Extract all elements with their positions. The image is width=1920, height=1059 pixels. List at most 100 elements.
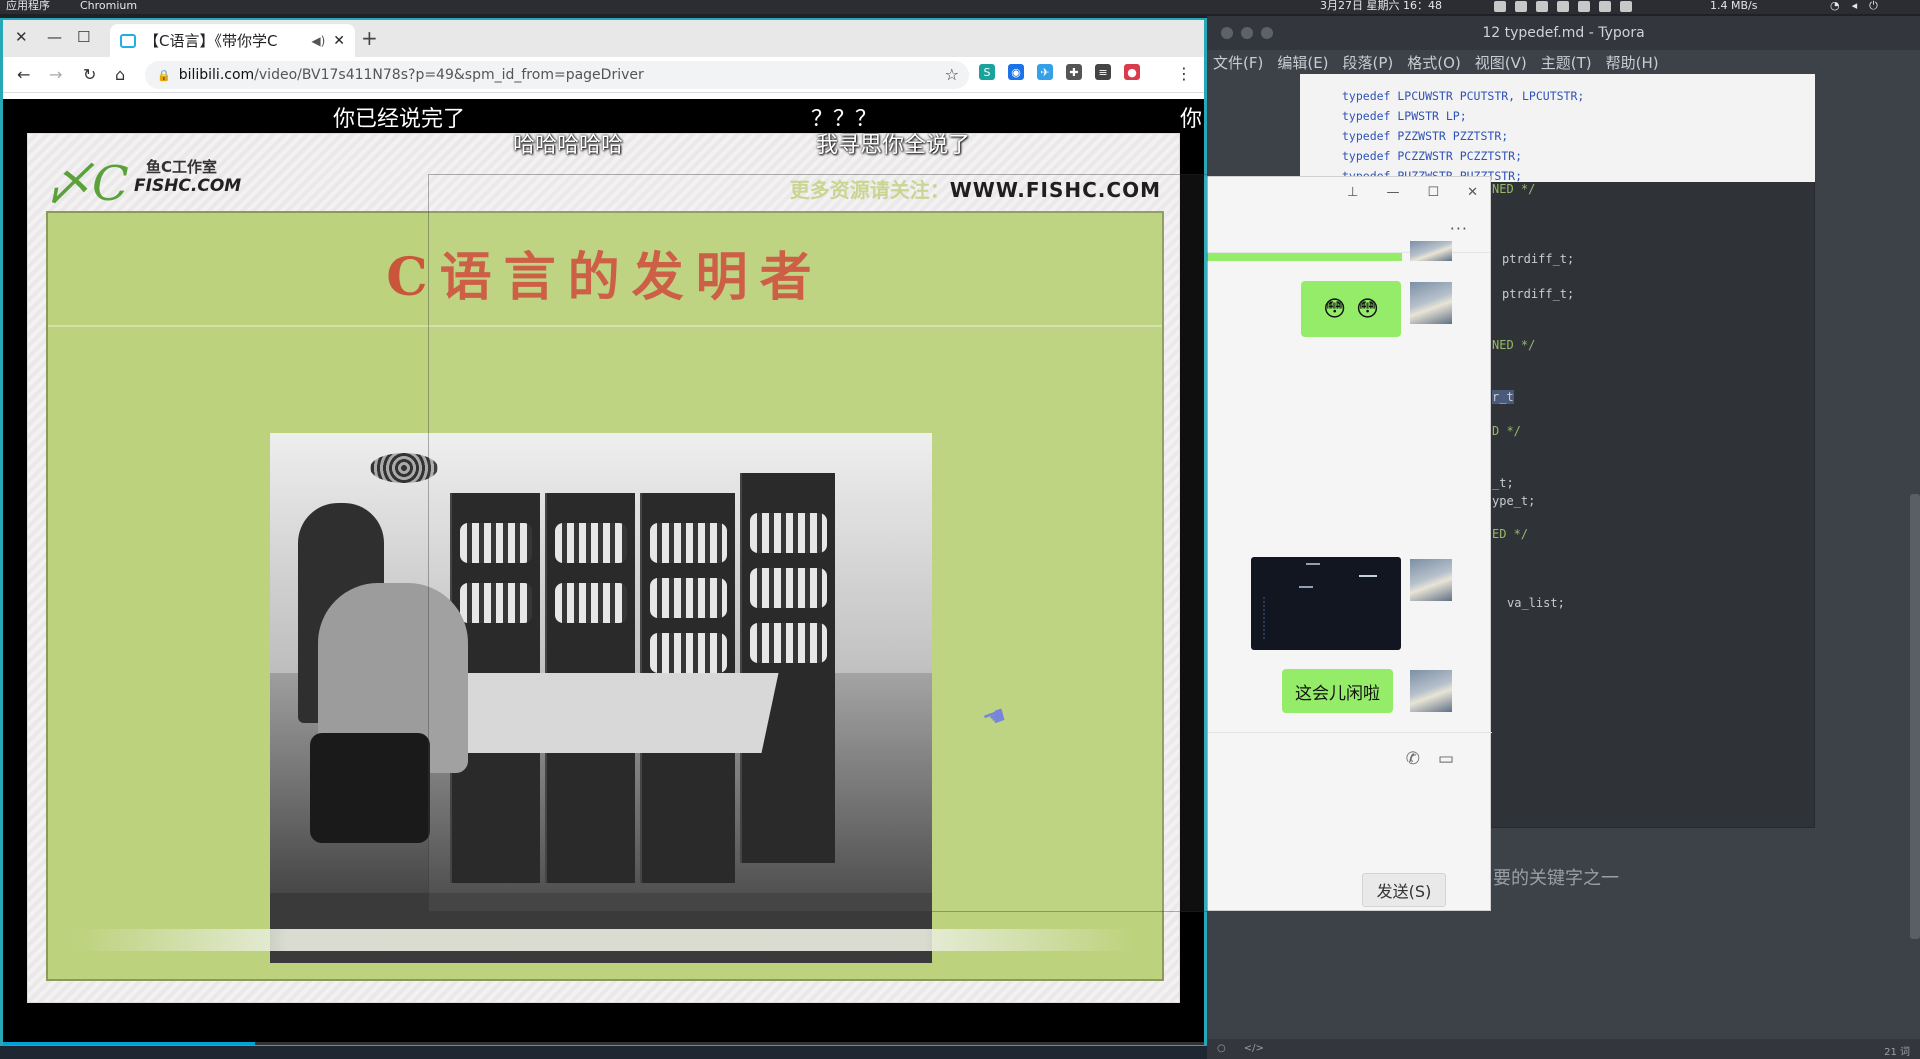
network-speed: 1.4 MB/s	[1710, 0, 1758, 12]
tray-screenshot-icon[interactable]	[1578, 1, 1590, 12]
source-mode-icon[interactable]: </>	[1244, 1043, 1264, 1054]
flushed-face-icon: 😳	[1323, 296, 1346, 322]
tab-bilibili[interactable]: 【C语言】《带你学C ◀) ✕	[110, 24, 355, 57]
close-window-icon[interactable]: ✕	[15, 28, 28, 46]
extension-s-icon[interactable]: S	[979, 64, 995, 80]
previous-message-bubble[interactable]	[1206, 253, 1402, 261]
avatar[interactable]	[1410, 670, 1452, 712]
browser-toolbar: ← → ↻ ⌂ 🔒 bilibili.com /video/BV17s411N7…	[3, 57, 1204, 93]
tray-keyboard-icon[interactable]	[1494, 1, 1506, 12]
url-path: /video/BV17s411N78s?p=49&spm_id_from=pag…	[254, 67, 644, 83]
new-tab-icon[interactable]: +	[361, 26, 378, 50]
home-icon[interactable]: ⌂	[115, 65, 125, 84]
extensions-bar: S ◉ ✈ ✚ ≡ ●	[979, 64, 1140, 80]
code-comment: NED */	[1492, 182, 1536, 196]
menu-paragraph[interactable]: 段落(P)	[1343, 52, 1394, 73]
maximize-icon[interactable]: ☐	[1427, 185, 1439, 200]
word-count[interactable]: 21 词	[1884, 1043, 1910, 1058]
code-ident: ype_t;	[1492, 494, 1536, 508]
bookmark-star-icon[interactable]: ☆	[945, 65, 959, 84]
text-message[interactable]: 这会儿闲啦	[1282, 669, 1393, 713]
tray-app-icon[interactable]	[1557, 1, 1569, 12]
tray-wechat-icon[interactable]	[1515, 1, 1527, 12]
menu-edit[interactable]: 编辑(E)	[1277, 52, 1328, 73]
flushed-face-icon: 😳	[1356, 296, 1379, 322]
outline-toggle-icon[interactable]: ○	[1217, 1043, 1226, 1054]
chat-window: ⊥ — ☐ ✕ ··· 😳 😳 这会儿闲啦 ✆ ▭ 发送(S)	[1205, 176, 1492, 911]
applications-menu[interactable]: 应用程序	[6, 0, 50, 12]
address-bar[interactable]: 🔒 bilibili.com /video/BV17s411N78s?p=49&…	[145, 61, 969, 89]
code-line: typedef PZZWSTR PZZTSTR;	[1342, 129, 1509, 143]
reload-icon[interactable]: ↻	[83, 65, 96, 84]
tab-strip: ✕ — ☐ 【C语言】《带你学C ◀) ✕ +	[3, 20, 1204, 57]
tab-title: 【C语言】《带你学C	[144, 32, 278, 50]
menu-view[interactable]: 视图(V)	[1475, 52, 1527, 73]
system-panel: 应用程序 Chromium 3月27日 星期六 16：48 1.4 MB/s ◔…	[0, 0, 1920, 14]
logo-domain-text: FISHC.COM	[134, 176, 242, 196]
call-toolbar: ✆ ▭	[1406, 749, 1454, 769]
paragraph-text[interactable]: 要的关键字之一	[1493, 864, 1619, 890]
menu-help[interactable]: 帮助(H)	[1606, 52, 1659, 73]
danmaku-comment: 你	[1180, 107, 1203, 132]
tab-close-icon[interactable]: ✕	[333, 33, 345, 49]
system-icons: ◔ ◂ ⏻	[1830, 0, 1878, 12]
audio-playing-icon[interactable]: ◀)	[311, 34, 325, 48]
danmaku-comment: 你已经说完了	[333, 107, 466, 132]
code-line: typedef PCZZWSTR PCZZTSTR;	[1342, 149, 1523, 163]
volume-icon[interactable]: ◂	[1852, 0, 1858, 12]
menu-theme[interactable]: 主题(T)	[1541, 52, 1592, 73]
typora-statusbar: ○ </> 21 词	[1207, 1039, 1920, 1059]
url-host: bilibili.com	[178, 67, 255, 83]
pin-icon[interactable]: ⊥	[1347, 185, 1358, 200]
extension-circle-icon[interactable]: ◉	[1008, 64, 1024, 80]
extensions-puzzle-icon[interactable]: ✚	[1066, 64, 1082, 80]
browser-menu-icon[interactable]: ⋮	[1176, 64, 1192, 83]
image-message[interactable]	[1251, 557, 1401, 650]
code-block-header[interactable]: typedef LPCUWSTR PCUTSTR, LPCUTSTR; type…	[1300, 74, 1815, 183]
avatar[interactable]	[1410, 559, 1452, 601]
clock[interactable]: 3月27日 星期六 16：48	[1320, 0, 1442, 12]
tray-feather-icon[interactable]	[1536, 1, 1548, 12]
back-arrow-icon[interactable]: ←	[17, 65, 30, 84]
forward-arrow-icon[interactable]: →	[49, 65, 62, 84]
code-comment: D */	[1492, 424, 1521, 438]
close-icon[interactable]: ✕	[1467, 185, 1478, 200]
media-control-icon[interactable]: ≡	[1095, 64, 1111, 80]
wifi-icon[interactable]: ◔	[1830, 0, 1840, 12]
video-call-icon[interactable]: ▭	[1438, 749, 1454, 769]
danmaku-layer: 你已经说完了 哈哈哈哈哈 ？？？ 我寻思你全说了 你	[3, 99, 1204, 159]
tray-transfer-icon[interactable]	[1620, 1, 1632, 12]
tray-icons	[1494, 1, 1632, 12]
desktop-strip	[0, 1046, 1207, 1059]
code-comment: NED */	[1492, 338, 1536, 352]
input-divider	[1206, 732, 1492, 733]
code-selection: r_t	[1492, 390, 1514, 404]
code-ident: ptrdiff_t;	[1502, 287, 1575, 301]
typora-titlebar: 12 typedef.md - Typora	[1207, 16, 1920, 50]
bilibili-favicon-icon	[120, 33, 136, 48]
more-options-icon[interactable]: ···	[1450, 219, 1468, 238]
active-app-label: Chromium	[80, 0, 138, 12]
video-progress-bar[interactable]	[3, 1042, 1204, 1045]
power-icon[interactable]: ⏻	[1869, 0, 1878, 12]
danmaku-comment: 哈哈哈哈哈	[513, 133, 624, 158]
emoji-message[interactable]: 😳 😳	[1301, 281, 1401, 337]
profile-avatar-icon[interactable]: ●	[1124, 64, 1140, 80]
typora-menubar: 文件(F) 编辑(E) 段落(P) 格式(O) 视图(V) 主题(T) 帮助(H…	[1207, 50, 1920, 74]
extension-bird-icon[interactable]: ✈	[1037, 64, 1053, 80]
minimize-icon[interactable]: —	[1386, 185, 1399, 200]
logo-studio-text: 鱼C工作室	[146, 158, 218, 176]
send-button[interactable]: 发送(S)	[1362, 873, 1446, 907]
minimize-window-icon[interactable]: —	[47, 28, 62, 46]
tray-update-icon[interactable]	[1599, 1, 1611, 12]
lock-icon[interactable]: 🔒	[157, 69, 171, 82]
voice-call-icon[interactable]: ✆	[1406, 749, 1420, 769]
avatar[interactable]	[1410, 241, 1452, 261]
maximize-window-icon[interactable]: ☐	[77, 28, 90, 46]
typora-title: 12 typedef.md - Typora	[1482, 25, 1645, 41]
code-ident: ptrdiff_t;	[1502, 252, 1575, 266]
typora-scrollbar[interactable]	[1910, 494, 1920, 939]
avatar[interactable]	[1410, 282, 1452, 324]
menu-file[interactable]: 文件(F)	[1213, 52, 1263, 73]
menu-format[interactable]: 格式(O)	[1407, 52, 1461, 73]
